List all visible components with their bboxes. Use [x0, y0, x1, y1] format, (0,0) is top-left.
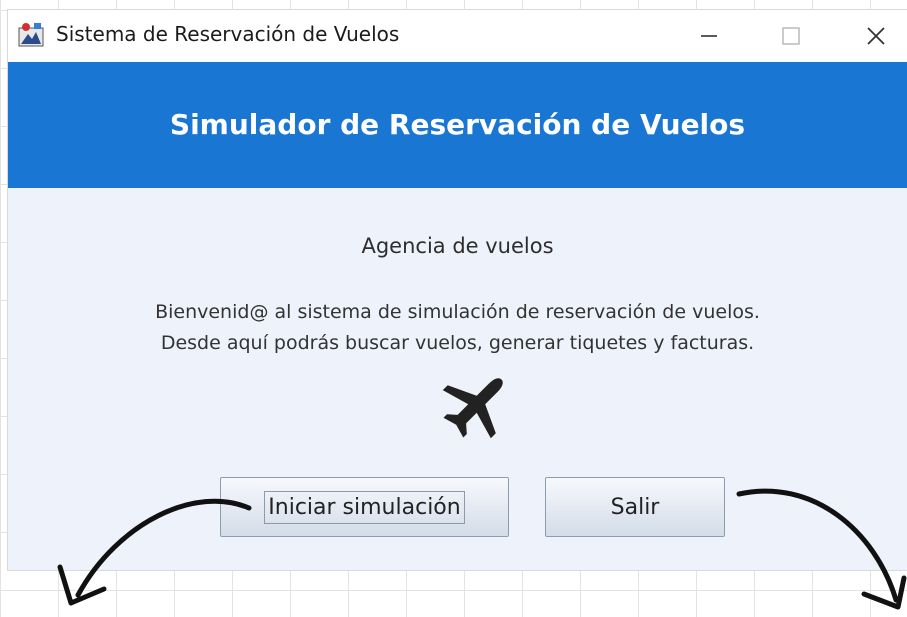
- annotation-arrows: [57, 488, 907, 610]
- left-curved-arrow: [57, 498, 252, 606]
- right-curved-arrow: [736, 488, 907, 610]
